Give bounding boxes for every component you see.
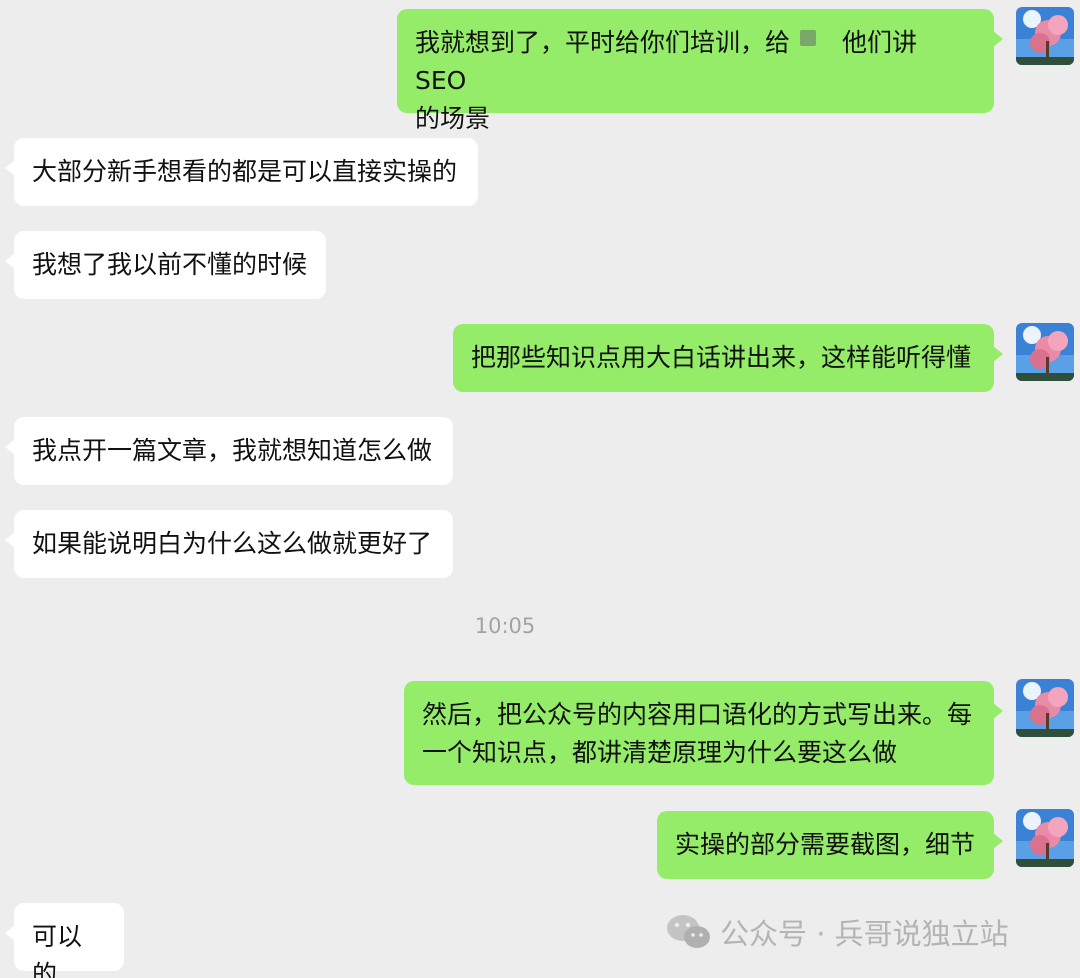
cherry-blossom-avatar-icon <box>1016 809 1074 867</box>
message-text: 把那些知识点用大白话讲出来，这样能听得懂 <box>471 343 972 372</box>
cherry-blossom-avatar-icon <box>1016 323 1074 381</box>
timestamp: 10:05 <box>474 614 536 638</box>
watermark-text: 公众号 · 兵哥说独立站 <box>720 917 1009 951</box>
message-bubble-sent[interactable]: 我就想到了，平时给你们培训，给 他们讲 SEO 的场景 <box>397 9 1003 133</box>
message-bubble-received[interactable]: 我想了我以前不懂的时候 <box>5 231 326 299</box>
cherry-blossom-avatar-icon <box>1016 679 1074 737</box>
message-text: 我点开一篇文章，我就想知道怎么做 <box>32 436 433 465</box>
message-bubble-sent[interactable]: 实操的部分需要截图，细节 <box>657 811 1003 879</box>
message-bubble-received[interactable]: 大部分新手想看的都是可以直接实操的 <box>5 138 478 206</box>
message-bubble-sent[interactable]: 然后，把公众号的内容用口语化的方式写出来。每 一个知识点，都讲清楚原理为什么要这… <box>404 681 1003 785</box>
sticker-icon <box>800 30 817 46</box>
message-text: 如果能说明白为什么这么做就更好了 <box>32 529 433 558</box>
avatar[interactable] <box>1016 7 1074 65</box>
message-text-line2: 的场景 <box>415 104 491 133</box>
message-bubble-sent[interactable]: 把那些知识点用大白话讲出来，这样能听得懂 <box>453 324 1003 392</box>
avatar[interactable] <box>1016 809 1074 867</box>
cherry-blossom-avatar-icon <box>1016 7 1074 65</box>
message-bubble-received[interactable]: 可以的 <box>5 903 124 978</box>
avatar[interactable] <box>1016 679 1074 737</box>
message-text: 我想了我以前不懂的时候 <box>32 250 308 279</box>
message-text: 大部分新手想看的都是可以直接实操的 <box>32 157 458 186</box>
chat-window: 我就想到了，平时给你们培训，给 他们讲 SEO 的场景 大部分新手想看的都是可以直… <box>0 0 1080 978</box>
message-text: 可以的 <box>32 922 83 978</box>
message-text: 然后，把公众号的内容用口语化的方式写出来。每 一个知识点，都讲清楚原理为什么要这… <box>422 700 973 767</box>
avatar[interactable] <box>1016 323 1074 381</box>
message-bubble-received[interactable]: 我点开一篇文章，我就想知道怎么做 <box>5 417 453 485</box>
message-bubble-received[interactable]: 如果能说明白为什么这么做就更好了 <box>5 510 453 578</box>
message-text: 我就想到了，平时给你们培训，给 他们讲 SEO <box>415 28 918 95</box>
watermark: 公众号 · 兵哥说独立站 <box>666 910 1009 954</box>
wechat-icon <box>666 913 712 951</box>
message-text: 实操的部分需要截图，细节 <box>675 830 976 859</box>
